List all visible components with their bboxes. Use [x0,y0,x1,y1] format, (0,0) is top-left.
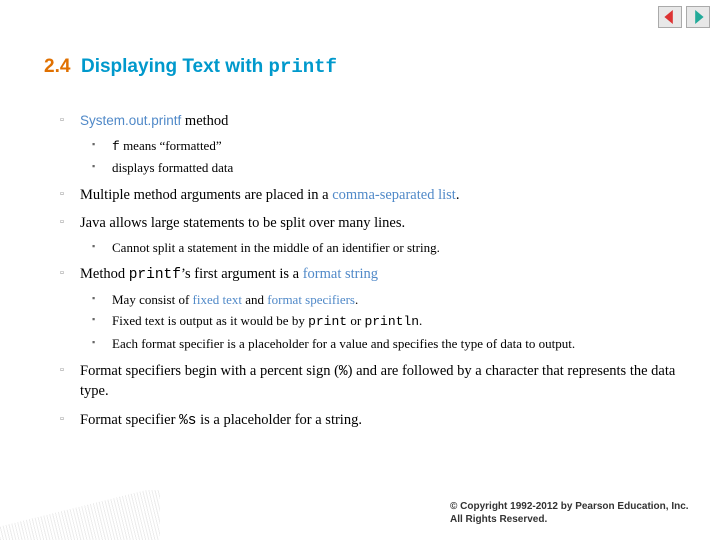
section-number: 2.4 [44,56,70,77]
bullet-1-sub-2: displays formatted data [92,159,680,177]
bullet-5: Format specifiers begin with a percent s… [60,362,680,402]
bullet-2: Multiple method arguments are placed in … [60,186,680,206]
bullet-3-sub-1: Cannot split a statement in the middle o… [92,239,680,257]
slide-content: System.out.printf method f means “format… [60,112,680,440]
prev-arrow-icon [663,10,677,24]
bullet-4-sub-1: May consist of fixed text and format spe… [92,291,680,309]
title-text: Displaying Text with [81,56,263,77]
next-button[interactable] [686,6,710,28]
corner-decoration [0,490,160,540]
bullet-4: Method printf’s first argument is a form… [60,265,680,352]
bullet-4-sub-2: Fixed text is output as it would be by p… [92,312,680,331]
title-code: printf [269,56,337,78]
next-arrow-icon [691,10,705,24]
term-printf: System.out.printf [80,113,181,128]
bullet-6: Format specifier %s is a placeholder for… [60,411,680,432]
copyright-text: © Copyright 1992-2012 by Pearson Educati… [450,500,690,526]
bullet-1: System.out.printf method f means “format… [60,112,680,177]
bullet-4-sub-3: Each format specifier is a placeholder f… [92,335,680,353]
bullet-3: Java allows large statements to be split… [60,214,680,256]
slide-title: 2.4 Displaying Text with printf [44,56,337,78]
bullet-1-sub-1: f means “formatted” [92,137,680,156]
prev-button[interactable] [658,6,682,28]
nav-buttons [658,6,710,28]
